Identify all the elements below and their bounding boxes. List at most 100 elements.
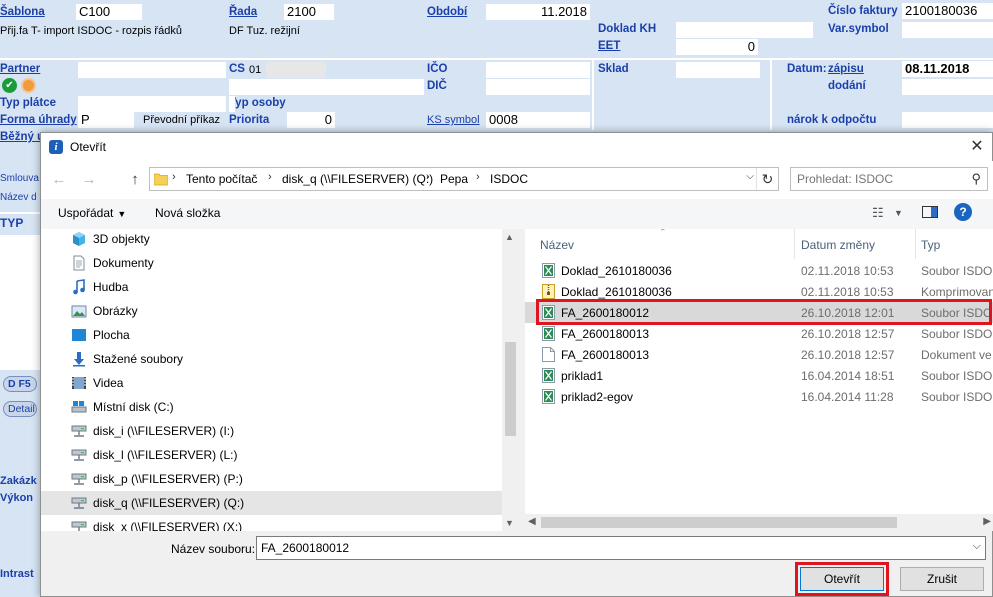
dic-field[interactable]: [486, 79, 590, 95]
nav-item-downloads[interactable]: Stažené soubory: [41, 347, 503, 371]
open-button[interactable]: Otevřít: [800, 567, 884, 591]
file-row[interactable]: priklad1 16.04.2014 18:51 Soubor ISDOC: [525, 365, 993, 386]
search-box[interactable]: ⚲: [790, 167, 988, 191]
nav-item-disk-p[interactable]: disk_p (\\FILESERVER) (P:): [41, 467, 503, 491]
filename-input[interactable]: [261, 540, 951, 556]
narok-field[interactable]: [902, 112, 993, 128]
breadcrumb-item[interactable]: ISDOC: [490, 172, 528, 186]
view-options-chevron-icon[interactable]: ▼: [894, 208, 903, 226]
column-header-type[interactable]: Typ: [921, 238, 940, 252]
new-folder-button[interactable]: Nová složka: [155, 206, 220, 220]
dialog-titlebar[interactable]: i Otevřít ✕: [41, 133, 992, 161]
search-input[interactable]: [797, 171, 962, 187]
file-name: FA_2600180013: [561, 327, 650, 341]
file-row[interactable]: priklad2-egov 16.04.2014 11:28 Soubor IS…: [525, 386, 993, 407]
nav-scrollbar[interactable]: ▲ ▼: [502, 229, 519, 531]
organize-button[interactable]: Uspořádat ▼: [58, 206, 126, 220]
dialog-toolbar: Uspořádat ▼ Nová složka ☷ ▼ ?: [41, 199, 993, 229]
up-icon[interactable]: ↑: [125, 170, 145, 190]
file-date: 16.04.2014 11:28: [801, 390, 894, 404]
column-header-name[interactable]: Název: [540, 238, 574, 252]
obdobi-field[interactable]: 11.2018: [486, 4, 590, 20]
nav-item-disk-l[interactable]: disk_l (\\FILESERVER) (L:): [41, 443, 503, 467]
help-icon[interactable]: ?: [954, 203, 972, 221]
forma-uhrady-description: Převodní příkaz: [143, 114, 221, 126]
music-icon: [73, 279, 85, 295]
nav-item-disk-x[interactable]: disk_x (\\FILESERVER) (X:): [41, 515, 503, 531]
form-column-separator: [592, 60, 594, 130]
partner-field[interactable]: [78, 62, 184, 78]
scroll-right-icon[interactable]: ▶: [983, 516, 991, 527]
column-separator[interactable]: [794, 229, 795, 259]
ks-symbol-field[interactable]: 0008: [486, 112, 590, 128]
file-type: Soubor ISDOC: [921, 327, 993, 341]
dodani-field[interactable]: [902, 79, 993, 95]
doklad-kh-field[interactable]: [676, 22, 813, 38]
breadcrumb-item[interactable]: disk_q (\\FILESERVER) (Q:): [282, 172, 433, 186]
address-bar[interactable]: › Tento počítač › disk_q (\\FILESERVER) …: [149, 167, 779, 191]
partner-name-field[interactable]: [229, 79, 424, 95]
folder-icon: [154, 173, 168, 186]
refresh-icon[interactable]: ↻: [756, 168, 778, 190]
rada-field[interactable]: 2100: [284, 4, 334, 20]
scroll-left-icon[interactable]: ◀: [528, 516, 536, 527]
nav-item-local-disk[interactable]: Místní disk (C:): [41, 395, 503, 419]
cs-field[interactable]: [266, 62, 326, 78]
nav-item-disk-q[interactable]: disk_q (\\FILESERVER) (Q:): [41, 491, 503, 515]
file-row[interactable]: Doklad_2610180036 02.11.2018 10:53 Kompr…: [525, 281, 993, 302]
nav-item-disk-i[interactable]: disk_i (\\FILESERVER) (I:): [41, 419, 503, 443]
breadcrumb-separator[interactable]: ›: [476, 171, 480, 183]
scrollbar-thumb[interactable]: [541, 517, 897, 528]
file-name: priklad1: [561, 369, 604, 383]
file-row-selected[interactable]: FA_2600180012 26.10.2018 12:01 Soubor IS…: [525, 302, 993, 323]
search-icon[interactable]: ⚲: [971, 171, 981, 187]
forma-uhrady-field[interactable]: P: [78, 112, 134, 128]
breadcrumb-separator[interactable]: ›: [268, 171, 272, 183]
close-icon[interactable]: ✕: [966, 136, 988, 158]
nav-item-desktop[interactable]: Plocha: [41, 323, 503, 347]
sort-ascending-icon: ⌃: [659, 229, 667, 237]
nav-item-label: Dokumenty: [93, 256, 154, 270]
breadcrumb-separator[interactable]: ›: [426, 171, 430, 183]
file-row[interactable]: FA_2600180013 26.10.2018 12:57 Soubor IS…: [525, 323, 993, 344]
breadcrumb-separator[interactable]: ›: [172, 171, 176, 183]
ico-field[interactable]: [486, 62, 590, 78]
file-row[interactable]: FA_2600180013 26.10.2018 12:57 Dokument …: [525, 344, 993, 365]
nav-item-3d-objects[interactable]: 3D objekty: [41, 229, 503, 251]
column-header-date[interactable]: Datum změny: [801, 238, 875, 252]
file-row[interactable]: Doklad_2610180036 02.11.2018 10:53 Soubo…: [525, 260, 993, 281]
forward-icon[interactable]: →: [79, 170, 99, 190]
file-list-horizontal-scrollbar[interactable]: ◀ ▶: [525, 514, 993, 531]
priorita-field[interactable]: 0: [287, 112, 335, 128]
nav-item-music[interactable]: Hudba: [41, 275, 503, 299]
filename-combobox[interactable]: ⌵: [256, 536, 986, 560]
preview-pane-icon[interactable]: [922, 205, 938, 223]
scroll-down-icon[interactable]: ▼: [505, 518, 514, 528]
chevron-down-icon[interactable]: ⌵: [746, 171, 754, 182]
nav-item-label: disk_i (\\FILESERVER) (I:): [93, 424, 235, 438]
nav-item-pictures[interactable]: Obrázky: [41, 299, 503, 323]
sablona-field[interactable]: C100: [76, 4, 142, 20]
chevron-down-icon[interactable]: ⌵: [973, 540, 981, 553]
sablona-description: Přij.fa T- import ISDOC - rozpis řádků: [0, 25, 182, 37]
scrollbar-thumb[interactable]: [505, 342, 516, 436]
back-icon[interactable]: ←: [49, 170, 69, 190]
cancel-button[interactable]: Zrušit: [900, 567, 984, 591]
sklad-field[interactable]: [676, 62, 760, 78]
column-separator[interactable]: [915, 229, 916, 259]
detail-button[interactable]: Detail: [3, 401, 37, 417]
nav-item-documents[interactable]: Dokumenty: [41, 251, 503, 275]
typ-platce-field[interactable]: [78, 96, 226, 112]
scroll-up-icon[interactable]: ▲: [505, 232, 514, 242]
breadcrumb-item[interactable]: Pepa: [440, 172, 468, 186]
cislo-faktury-field[interactable]: 2100180036: [902, 3, 993, 19]
view-list-icon[interactable]: ☷: [872, 205, 884, 223]
partner-field-2[interactable]: [184, 62, 226, 78]
dialog-title: Otevřít: [70, 140, 107, 154]
var-symbol-field[interactable]: [902, 22, 993, 38]
eet-field[interactable]: 0: [676, 39, 758, 55]
f5-button[interactable]: D F5: [3, 376, 37, 392]
zapisu-field[interactable]: 08.11.2018: [902, 61, 993, 77]
breadcrumb-item[interactable]: Tento počítač: [186, 172, 257, 186]
nav-item-videos[interactable]: Videa: [41, 371, 503, 395]
